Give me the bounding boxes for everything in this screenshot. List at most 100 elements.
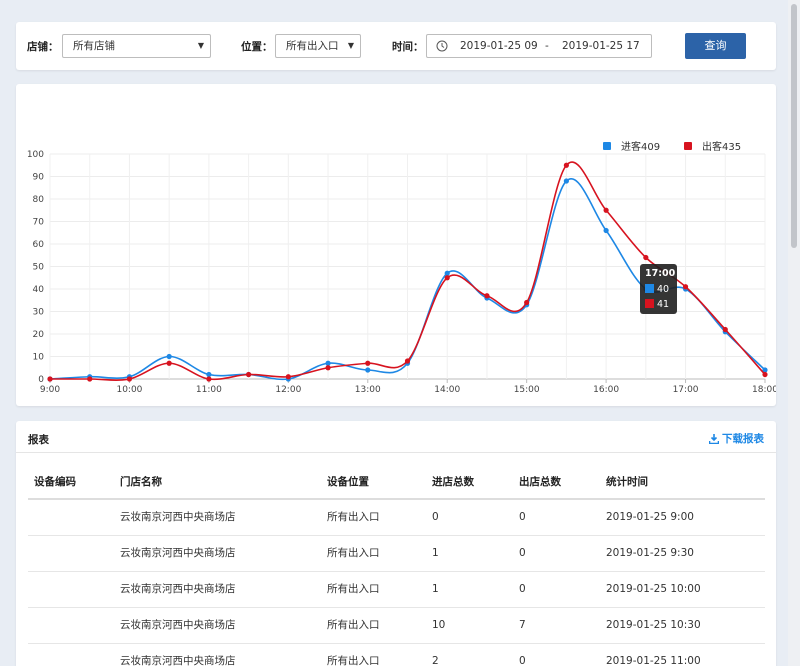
data-point-out <box>126 376 133 382</box>
column-header: 门店名称 <box>120 476 162 488</box>
data-point-out <box>87 376 93 382</box>
data-point-out <box>682 284 689 290</box>
position-select-value: 所有出入口 <box>286 40 339 52</box>
y-tick-label: 100 <box>27 150 44 160</box>
x-tick-label: 9:00 <box>40 385 60 395</box>
tooltip-title: 17:00 <box>645 268 676 279</box>
cell-out-total: 0 <box>519 547 526 559</box>
report-card: 报表 下载报表 设备编码 门店名称 设备位置 进店总数 出店总数 统计时间 云妆… <box>16 421 776 666</box>
table-row: 云妆南京河西中央商场店 所有出入口 10 7 2019-01-25 10:30 <box>28 608 765 644</box>
filter-bar: 店铺： 所有店铺 ▼ 位置： 所有出入口 ▼ 时间： 2019-01-25 09… <box>16 22 776 70</box>
data-point-out <box>47 376 53 382</box>
x-tick-label: 12:00 <box>275 385 301 395</box>
data-point-in <box>563 178 569 184</box>
legend-swatch <box>684 142 692 150</box>
cell-in-total: 10 <box>432 619 446 631</box>
position-select[interactable]: 所有出入口 ▼ <box>275 34 361 58</box>
cell-device-position: 所有出入口 <box>327 655 380 666</box>
table-header: 设备编码 门店名称 设备位置 进店总数 出店总数 统计时间 <box>28 465 765 500</box>
legend-swatch <box>603 142 611 150</box>
cell-store-name: 云妆南京河西中央商场店 <box>120 655 236 666</box>
y-tick-label: 70 <box>33 218 45 228</box>
x-tick-label: 13:00 <box>355 385 381 395</box>
x-tick-label: 11:00 <box>196 385 222 395</box>
legend-label: 出客435 <box>702 140 741 153</box>
clock-icon <box>436 40 448 52</box>
cell-stat-time: 2019-01-25 10:30 <box>606 619 701 631</box>
x-tick-label: 15:00 <box>514 385 540 395</box>
chevron-down-icon: ▼ <box>347 41 354 50</box>
chevron-down-icon: ▼ <box>197 41 204 50</box>
cell-store-name: 云妆南京河西中央商场店 <box>120 583 236 595</box>
table-row: 云妆南京河西中央商场店 所有出入口 2 0 2019-01-25 11:00 <box>28 644 765 666</box>
data-point-out <box>524 299 530 306</box>
cell-device-position: 所有出入口 <box>327 583 380 595</box>
cell-out-total: 0 <box>519 583 526 595</box>
store-label: 店铺： <box>27 41 59 53</box>
cell-stat-time: 2019-01-25 9:00 <box>606 511 694 523</box>
table-row: 云妆南京河西中央商场店 所有出入口 1 0 2019-01-25 9:30 <box>28 536 765 572</box>
data-point-out <box>285 374 291 380</box>
table-row: 云妆南京河西中央商场店 所有出入口 1 0 2019-01-25 10:00 <box>28 572 765 608</box>
data-point-in <box>166 353 172 360</box>
y-tick-label: 80 <box>33 195 45 205</box>
table-row: 云妆南京河西中央商场店 所有出入口 0 0 2019-01-25 9:00 <box>28 500 765 536</box>
download-label: 下载报表 <box>722 433 764 445</box>
cell-device-position: 所有出入口 <box>327 619 380 631</box>
cell-store-name: 云妆南京河西中央商场店 <box>120 619 236 631</box>
traffic-line-chart: 0 10 20 30 40 50 60 70 80 90 100 9:00 10:00 11:00 12:0… <box>27 140 776 395</box>
date-separator: - <box>545 40 549 52</box>
cell-device-position: 所有出入口 <box>327 547 380 559</box>
data-point-in <box>325 360 331 366</box>
time-label: 时间： <box>392 41 424 53</box>
query-button[interactable]: 查询 <box>685 33 746 59</box>
y-tick-label: 90 <box>33 173 45 183</box>
tooltip-value: 40 <box>657 284 669 295</box>
y-tick-label: 40 <box>33 285 45 295</box>
column-header: 设备编码 <box>34 476 76 488</box>
report-table: 设备编码 门店名称 设备位置 进店总数 出店总数 统计时间 云妆南京河西中央商场… <box>28 465 765 666</box>
data-point-out <box>563 162 569 168</box>
data-point-in <box>365 367 371 373</box>
cell-stat-time: 2019-01-25 9:30 <box>606 547 694 559</box>
x-tick-label: 17:00 <box>673 385 699 395</box>
date-range-picker[interactable]: 2019-01-25 09 - 2019-01-25 17 <box>426 34 652 58</box>
data-point-in <box>603 227 609 234</box>
position-label: 位置： <box>241 41 273 53</box>
cell-in-total: 1 <box>432 583 439 595</box>
data-point-out <box>603 207 609 213</box>
chart-card: 0 10 20 30 40 50 60 70 80 90 100 9:00 10:00 11:00 12:0… <box>16 84 776 406</box>
data-point-out <box>722 326 728 333</box>
data-point-out <box>166 360 172 366</box>
cell-stat-time: 2019-01-25 10:00 <box>606 583 701 595</box>
data-point-out <box>365 360 371 366</box>
cell-store-name: 云妆南京河西中央商场店 <box>120 511 236 523</box>
report-title: 报表 <box>28 434 49 446</box>
page-scrollbar[interactable] <box>788 0 800 666</box>
y-tick-label: 10 <box>33 353 45 363</box>
data-point-out <box>206 376 212 382</box>
data-point-out <box>404 358 411 364</box>
store-select-value: 所有店铺 <box>73 40 115 52</box>
report-divider <box>16 452 776 453</box>
legend-label: 进客409 <box>621 140 660 153</box>
cell-in-total: 2 <box>432 655 439 666</box>
data-point-in <box>444 270 450 276</box>
column-header: 进店总数 <box>432 476 474 488</box>
data-point-in <box>206 371 212 378</box>
data-point-out <box>762 371 768 378</box>
data-point-out <box>444 275 450 281</box>
scrollbar-thumb[interactable] <box>791 4 797 248</box>
x-tick-label: 10:00 <box>116 385 142 395</box>
date-end: 2019-01-25 17 <box>562 40 640 52</box>
data-point-out <box>246 371 252 378</box>
column-header: 出店总数 <box>519 476 561 488</box>
store-select[interactable]: 所有店铺 ▼ <box>62 34 211 58</box>
tooltip-swatch <box>645 284 654 293</box>
y-tick-label: 0 <box>38 375 44 385</box>
y-tick-label: 50 <box>33 263 45 273</box>
download-report-link[interactable]: 下载报表 <box>708 431 764 446</box>
data-point-out <box>325 365 331 371</box>
data-point-out <box>484 293 490 299</box>
cell-in-total: 1 <box>432 547 439 559</box>
